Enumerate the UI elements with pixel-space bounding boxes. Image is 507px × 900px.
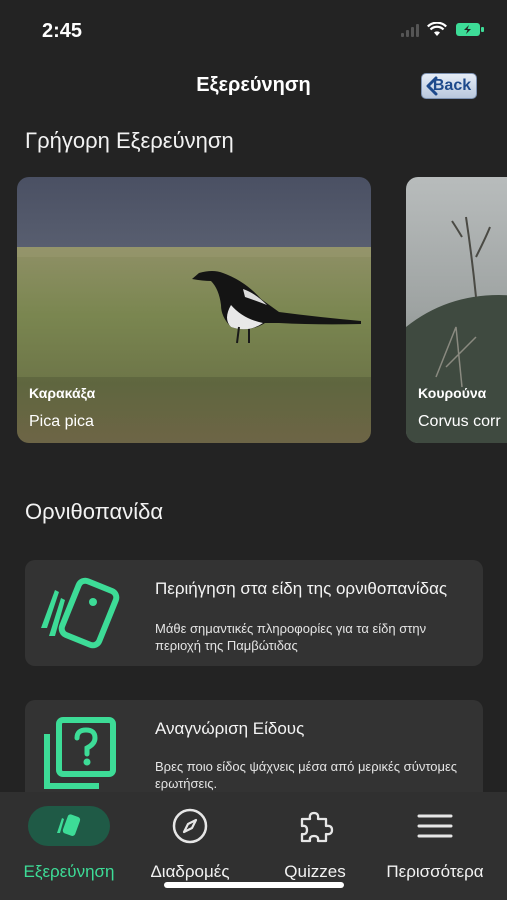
question-icon	[44, 717, 116, 789]
tab-more[interactable]: Περισσότερα	[372, 792, 498, 892]
menu-icon	[417, 814, 453, 838]
tab-routes-label: Διαδρομές	[150, 862, 230, 881]
status-time: 2:45	[42, 20, 83, 42]
crow-photo	[406, 177, 507, 443]
chevron-left-icon	[426, 76, 438, 96]
tab-quizzes-pill	[274, 806, 356, 846]
tab-quizzes[interactable]: Quizzes	[252, 792, 378, 892]
identify-species-description: Βρες ποιο είδος ψάχνεις μέσα από μερικές…	[155, 759, 458, 791]
nav-bar: Εξερεύνηση Back	[0, 62, 507, 110]
puzzle-icon	[300, 811, 334, 843]
cards-icon	[41, 577, 120, 649]
species-card-crow[interactable]: Κουρούνα Corvus corr	[406, 177, 507, 443]
tab-explore-pill	[28, 806, 110, 846]
species-carousel[interactable]: Καρακάξα Pica pica Κουρούνα Corvus corr	[17, 177, 507, 443]
browse-species-title: Περιήγηση στα είδη της ορνιθοπανίδας	[155, 579, 448, 598]
species-common-name: Καρακάξα	[29, 385, 96, 401]
browse-species-description: Μάθε σημαντικές πληροφορίες για τα είδη …	[155, 621, 427, 653]
identify-species-title: Αναγνώριση Είδους	[155, 719, 305, 738]
cards-icon	[57, 814, 81, 836]
status-bar: 2:45	[0, 0, 507, 60]
tab-more-label: Περισσότερα	[386, 862, 484, 881]
battery-icon	[456, 23, 484, 36]
quick-explore-title: Γρήγορη Εξερεύνηση	[25, 128, 234, 153]
tab-routes[interactable]: Διαδρομές	[127, 792, 253, 892]
species-common-name: Κουρούνα	[418, 385, 487, 401]
magpie-photo	[17, 177, 371, 443]
back-button[interactable]: Back	[421, 73, 477, 99]
tab-explore-label: Εξερεύνηση	[23, 862, 115, 881]
species-card-magpie[interactable]: Καρακάξα Pica pica	[17, 177, 371, 443]
tab-routes-pill	[149, 806, 231, 846]
species-scientific-name: Pica pica	[29, 413, 94, 430]
status-icons	[401, 22, 485, 37]
browse-species-item[interactable]: Περιήγηση στα είδη της ορνιθοπανίδας Μάθ…	[25, 560, 483, 666]
home-indicator	[164, 882, 344, 888]
tab-more-pill	[394, 806, 476, 846]
tab-quizzes-label: Quizzes	[284, 862, 346, 881]
wifi-icon	[427, 22, 447, 36]
signal-icon	[401, 23, 419, 37]
compass-icon	[172, 808, 208, 844]
bird-guide-title: Ορνιθοπανίδα	[25, 499, 164, 524]
tab-explore[interactable]: Εξερεύνηση	[6, 792, 132, 892]
species-scientific-name: Corvus corr	[418, 413, 501, 430]
